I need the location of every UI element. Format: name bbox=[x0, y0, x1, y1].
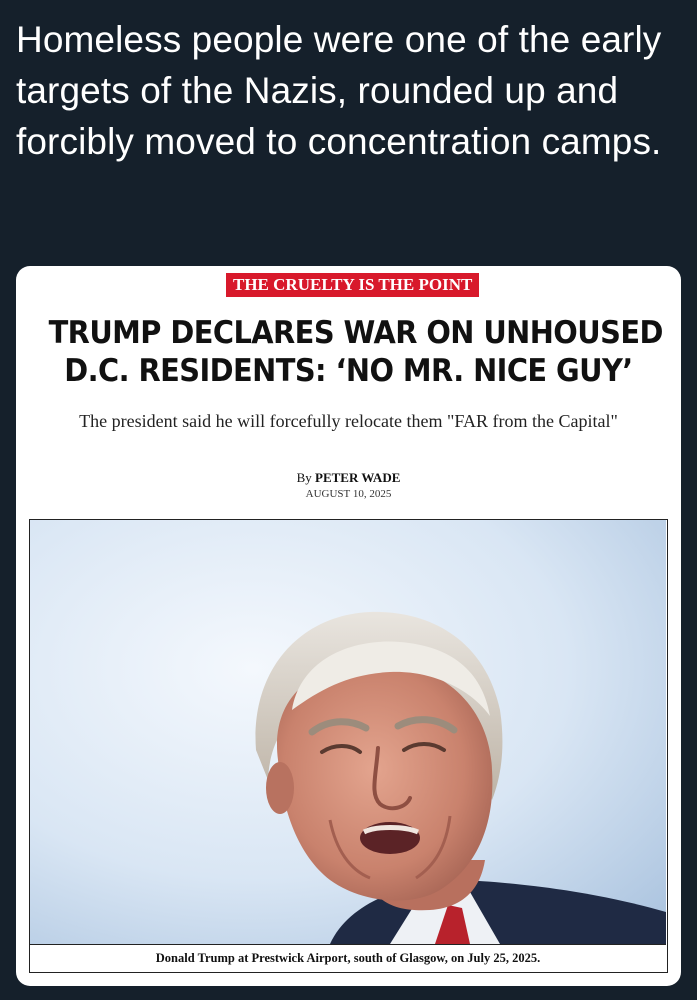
byline-prefix: By bbox=[296, 470, 316, 485]
article-date: AUGUST 10, 2025 bbox=[305, 488, 392, 500]
article-photo-frame: Donald Trump at Prestwick Airport, south… bbox=[29, 519, 668, 973]
photo-caption: Donald Trump at Prestwick Airport, south… bbox=[30, 944, 666, 972]
article-byline: By PETER WADE bbox=[16, 470, 681, 486]
article-photo bbox=[30, 520, 666, 944]
article-headline-line-1: TRUMP DECLARES WAR ON UNHOUSED bbox=[48, 315, 664, 351]
article-subheadline: The president said he will forcefully re… bbox=[79, 411, 618, 431]
article-embed-card[interactable]: THE CRUELTY IS THE POINT TRUMP DECLARES … bbox=[16, 266, 681, 986]
article-kicker: THE CRUELTY IS THE POINT bbox=[226, 273, 480, 297]
byline-author: PETER WADE bbox=[315, 470, 401, 485]
article-link[interactable]: THE CRUELTY IS THE POINT TRUMP DECLARES … bbox=[16, 266, 681, 986]
tweet-text: Homeless people were one of the early ta… bbox=[16, 19, 662, 162]
article-headline: TRUMP DECLARES WAR ON UNHOUSED D.C. RESI… bbox=[48, 314, 664, 390]
article-headline-line-2: D.C. RESIDENTS: ‘NO MR. NICE GUY’ bbox=[64, 353, 633, 389]
portrait-photo-illustration bbox=[30, 520, 666, 944]
